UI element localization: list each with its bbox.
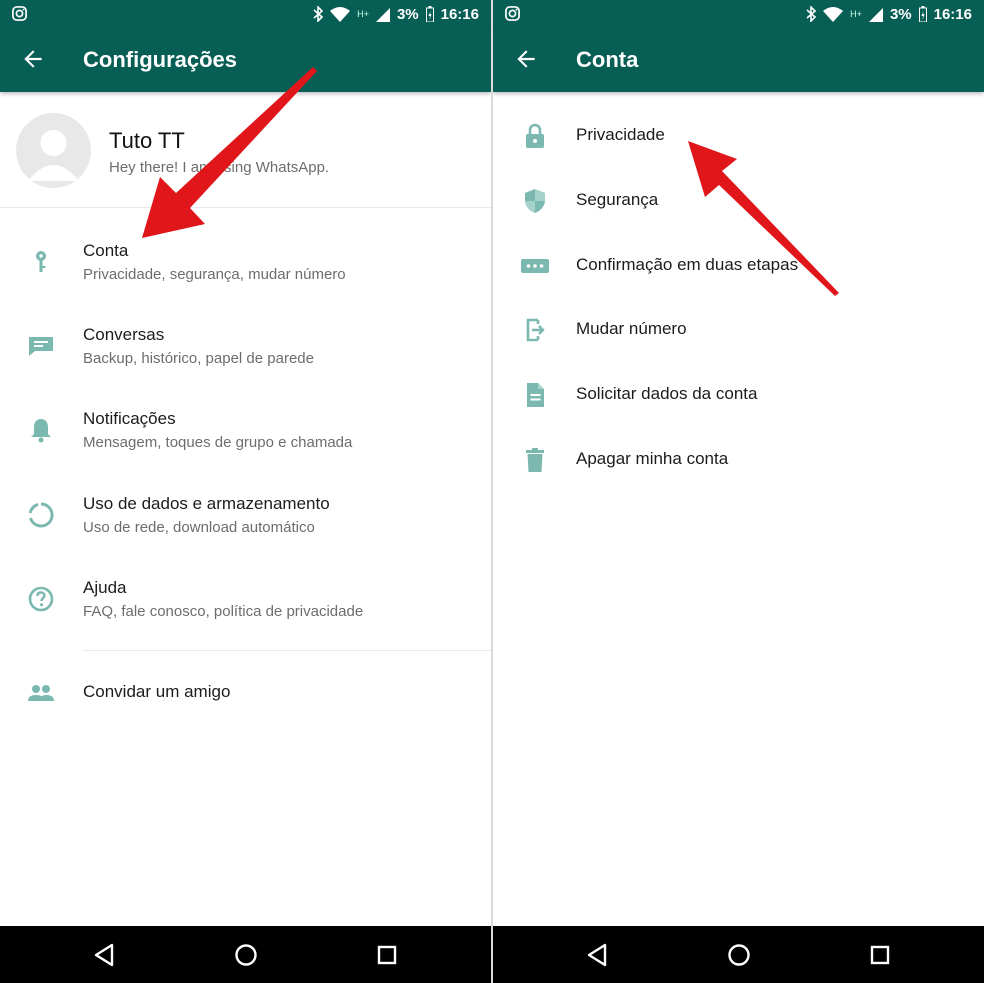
settings-item-subtitle: Uso de rede, download automático xyxy=(83,519,315,536)
settings-item-subtitle: FAQ, fale conosco, política de privacida… xyxy=(83,603,364,620)
default-avatar-icon xyxy=(28,130,79,181)
app-bar: Configurações xyxy=(0,28,491,92)
clock: 16:16 xyxy=(933,5,972,23)
account-item-label: Apagar minha conta xyxy=(576,449,729,468)
settings-item-title: Notificações xyxy=(83,409,176,428)
account-item-label: Privacidade xyxy=(576,125,665,144)
settings-item-title: Conversas xyxy=(83,325,165,344)
lock-icon xyxy=(526,123,544,148)
account-screen: H+ 3% 16:16 Conta Privacidade Segurança xyxy=(493,0,984,983)
battery-percent: 3% xyxy=(396,5,419,23)
nav-home-icon[interactable] xyxy=(231,940,261,970)
settings-screen: H+ 3% 16:16 Configurações Tuto TT Hey th… xyxy=(0,0,491,983)
settings-item-conversas[interactable]: Conversas Backup, histórico, papel de pa… xyxy=(0,316,491,386)
dots-icon xyxy=(521,259,549,273)
navigation-bar xyxy=(493,926,984,983)
bluetooth-icon xyxy=(313,6,324,22)
profile-about: Hey there! I am using WhatsApp. xyxy=(109,159,330,176)
change-number-icon xyxy=(526,318,545,342)
status-bar: H+ 3% 16:16 xyxy=(0,0,491,28)
account-item-privacidade[interactable]: Privacidade xyxy=(493,104,984,168)
settings-item-title: Ajuda xyxy=(83,578,127,597)
settings-item-subtitle: Privacidade, segurança, mudar número xyxy=(83,266,346,283)
back-arrow-icon[interactable] xyxy=(513,46,539,72)
people-icon xyxy=(28,685,54,701)
navigation-bar xyxy=(0,926,491,983)
instagram-icon xyxy=(505,6,520,21)
clock: 16:16 xyxy=(440,5,479,23)
bell-icon xyxy=(31,419,51,443)
trash-icon xyxy=(526,448,544,472)
nav-home-icon[interactable] xyxy=(724,940,754,970)
settings-item-subtitle: Backup, histórico, papel de parede xyxy=(83,350,314,367)
back-arrow-icon[interactable] xyxy=(20,46,46,72)
settings-item-title: Uso de dados e armazenamento xyxy=(83,494,330,513)
account-item-mudar-numero[interactable]: Mudar número xyxy=(493,298,984,362)
settings-item-ajuda[interactable]: Ajuda FAQ, fale conosco, política de pri… xyxy=(0,569,491,639)
nav-back-icon[interactable] xyxy=(90,940,120,970)
settings-item-title: Convidar um amigo xyxy=(83,682,231,701)
chat-icon xyxy=(29,337,53,356)
settings-item-conta[interactable]: Conta Privacidade, segurança, mudar núme… xyxy=(0,232,491,302)
avatar[interactable] xyxy=(16,113,91,188)
nav-recents-icon[interactable] xyxy=(372,940,402,970)
settings-item-subtitle: Mensagem, toques de grupo e chamada xyxy=(83,434,353,451)
account-item-label: Solicitar dados da conta xyxy=(576,384,758,403)
settings-item-uso-de-dados[interactable]: Uso de dados e armazenamento Uso de rede… xyxy=(0,485,491,555)
data-usage-icon xyxy=(28,502,54,528)
account-item-label: Confirmação em duas etapas xyxy=(576,255,799,274)
profile-section[interactable]: Tuto TT Hey there! I am using WhatsApp. xyxy=(0,92,491,208)
settings-item-title: Conta xyxy=(83,241,129,260)
wifi-icon xyxy=(330,7,351,22)
page-title: Conta xyxy=(576,47,639,72)
profile-name: Tuto TT xyxy=(109,128,185,153)
nav-back-icon[interactable] xyxy=(583,940,613,970)
settings-item-convidar[interactable]: Convidar um amigo xyxy=(0,664,491,724)
account-item-label: Segurança xyxy=(576,190,659,209)
account-item-duas-etapas[interactable]: Confirmação em duas etapas xyxy=(493,234,984,298)
account-item-seguranca[interactable]: Segurança xyxy=(493,169,984,233)
bluetooth-icon xyxy=(806,6,817,22)
settings-item-notificacoes[interactable]: Notificações Mensagem, toques de grupo e… xyxy=(0,400,491,470)
account-item-label: Mudar número xyxy=(576,319,687,338)
help-icon xyxy=(28,586,54,612)
app-bar: Conta xyxy=(493,28,984,92)
battery-icon xyxy=(918,6,927,22)
status-bar: H+ 3% 16:16 xyxy=(493,0,984,28)
document-icon xyxy=(527,383,544,407)
battery-icon xyxy=(425,6,434,22)
signal-icon xyxy=(375,8,390,22)
page-title: Configurações xyxy=(83,47,238,72)
shield-icon xyxy=(525,189,545,213)
battery-percent: 3% xyxy=(889,5,912,23)
signal-icon xyxy=(868,8,883,22)
key-icon xyxy=(36,251,46,272)
account-item-apagar-conta[interactable]: Apagar minha conta xyxy=(493,428,984,492)
wifi-icon xyxy=(823,7,844,22)
divider xyxy=(83,650,491,651)
network-type: H+ xyxy=(357,9,369,19)
account-item-solicitar-dados[interactable]: Solicitar dados da conta xyxy=(493,363,984,427)
instagram-icon xyxy=(12,6,27,21)
network-type: H+ xyxy=(850,9,862,19)
nav-recents-icon[interactable] xyxy=(865,940,895,970)
